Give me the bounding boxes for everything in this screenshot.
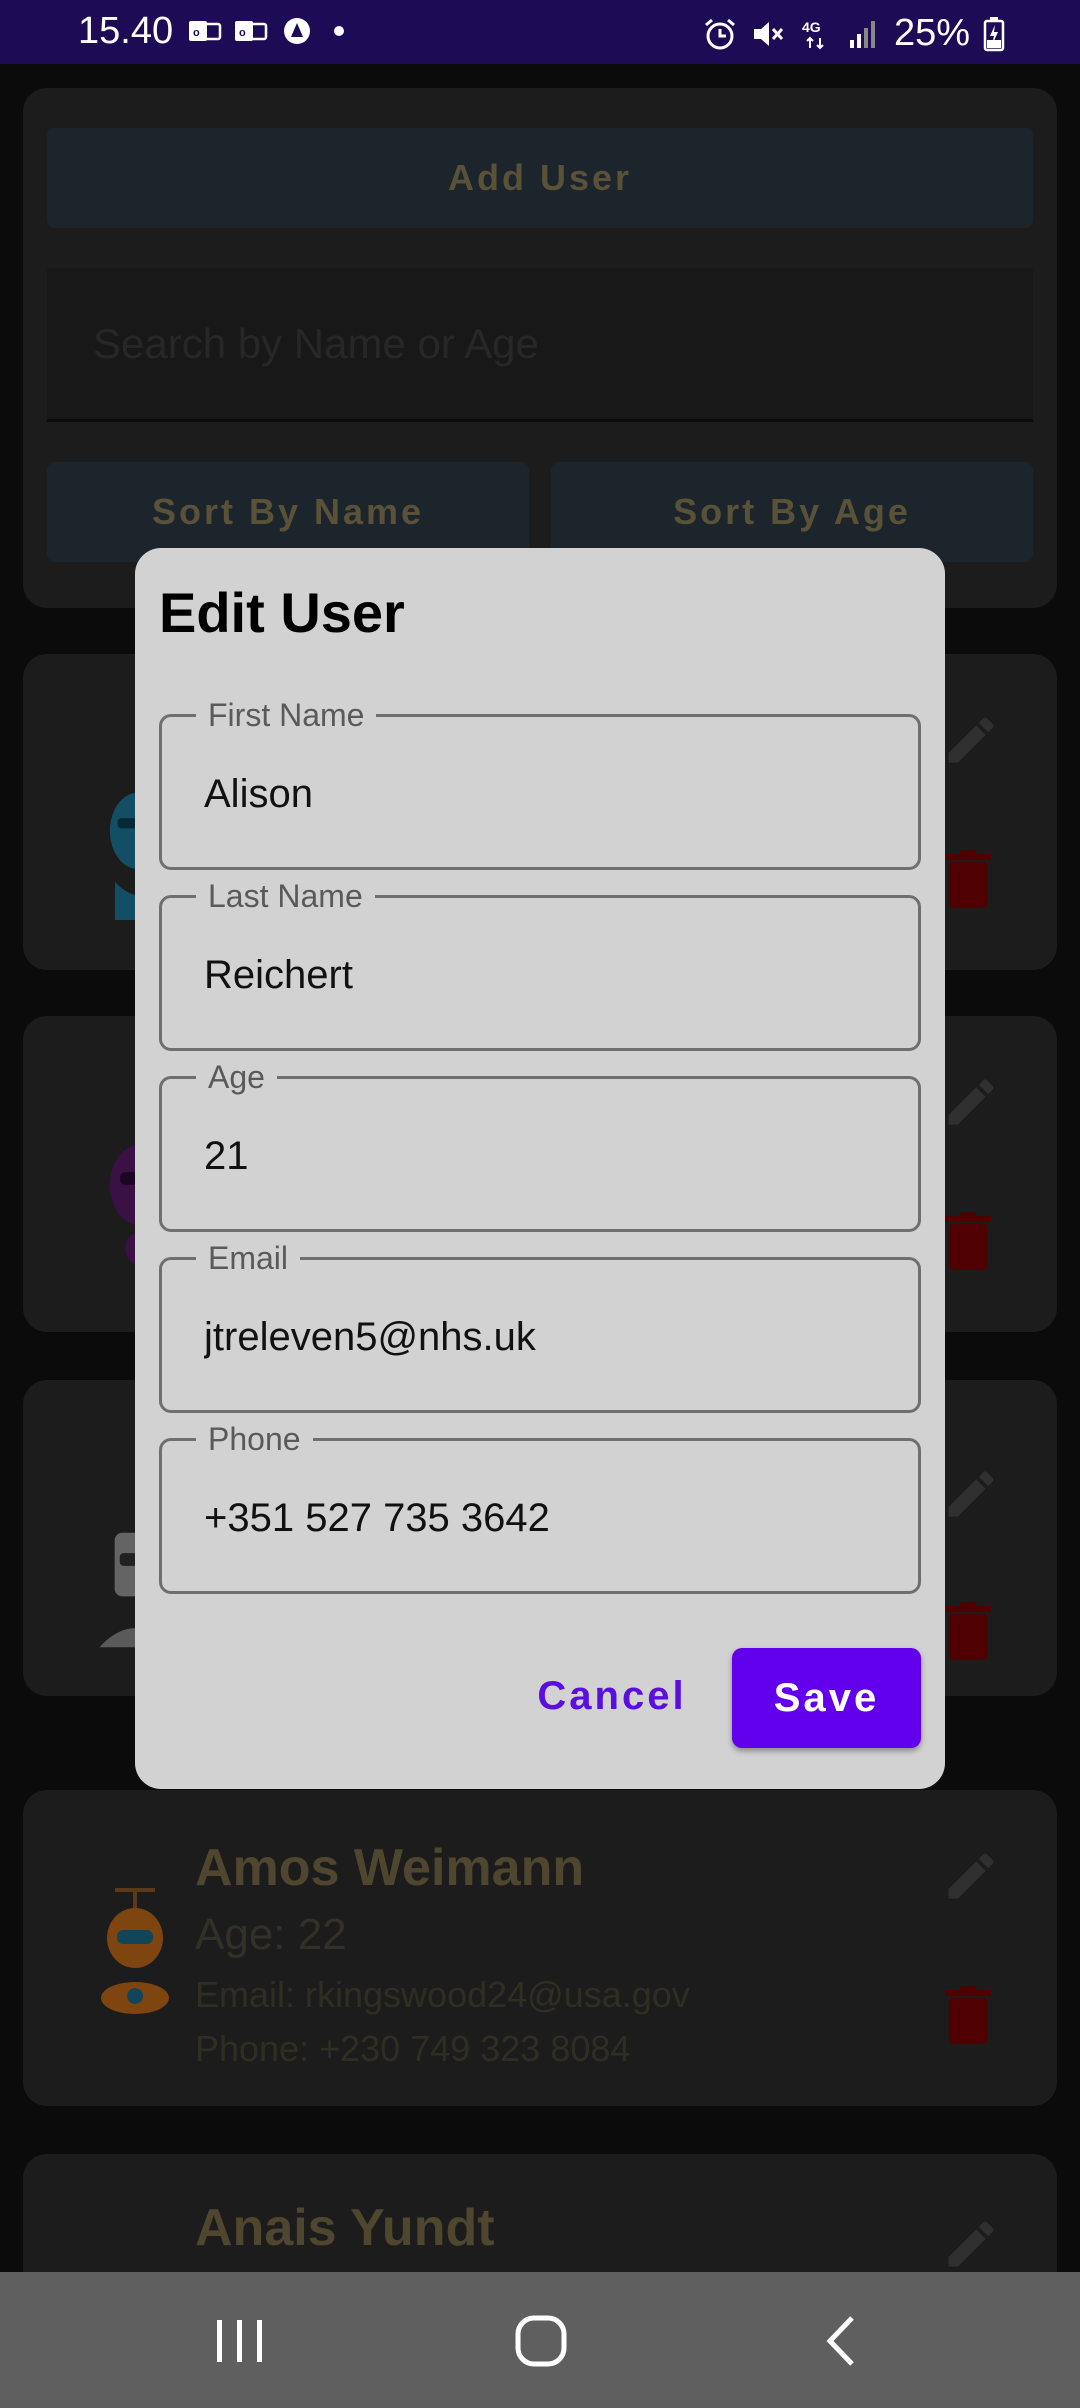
navigation-bar (0, 2272, 1080, 2408)
email-input[interactable] (162, 1260, 918, 1410)
status-time: 15.40 (78, 10, 174, 52)
edit-user-dialog: Edit User First Name Last Name Age Email… (135, 548, 945, 1789)
more-notifications-dot (334, 26, 344, 36)
svg-text:4G: 4G (802, 19, 821, 35)
battery-charging-icon (983, 16, 1005, 51)
system-icons: 4G 25% (702, 12, 1006, 55)
mute-icon (753, 21, 784, 46)
dialog-title: Edit User (159, 581, 405, 644)
back-icon[interactable] (808, 2306, 878, 2376)
first-name-field: First Name (159, 695, 921, 870)
home-icon[interactable] (506, 2306, 576, 2376)
save-button[interactable]: Save (732, 1648, 921, 1748)
app-icon (284, 18, 310, 44)
signal-icon (849, 20, 875, 48)
svg-text:o: o (193, 27, 200, 39)
last-name-input[interactable] (162, 898, 918, 1048)
age-field: Age (159, 1057, 921, 1232)
notification-icons: o o (188, 16, 344, 46)
cancel-button[interactable]: Cancel (505, 1646, 719, 1746)
age-input[interactable] (162, 1079, 918, 1229)
phone-field: Phone (159, 1419, 921, 1594)
alarm-icon (704, 18, 735, 49)
email-field: Email (159, 1238, 921, 1413)
status-bar: 15.40 o o 4G 25% (0, 0, 1080, 64)
first-name-input[interactable] (162, 717, 918, 867)
outlook-icon: o (235, 21, 268, 41)
last-name-field: Last Name (159, 876, 921, 1051)
network-4g-icon: 4G (802, 19, 824, 49)
battery-percent: 25% (893, 12, 970, 54)
recents-icon[interactable] (205, 2306, 275, 2376)
svg-text:o: o (239, 27, 246, 39)
outlook-icon: o (189, 21, 222, 41)
phone-input[interactable] (162, 1441, 918, 1591)
